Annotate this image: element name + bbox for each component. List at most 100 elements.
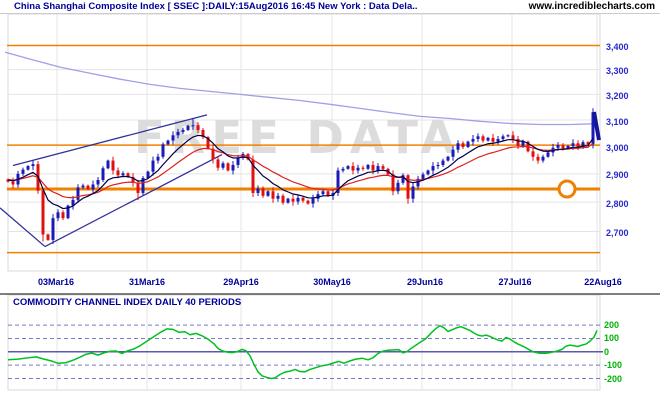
price-axis-label: 3,100 — [606, 116, 629, 127]
candle-body — [491, 137, 495, 142]
price-axis-label: 2,900 — [606, 170, 629, 181]
candle-body — [186, 125, 190, 130]
candle-body — [381, 166, 385, 169]
candle-body — [481, 136, 485, 141]
candle-body — [371, 164, 375, 171]
cci-axis-label: -100 — [604, 360, 623, 371]
candle-body — [571, 143, 575, 146]
candle-body — [291, 198, 295, 202]
candle-body — [26, 166, 30, 170]
candle-body — [346, 166, 350, 169]
candle-body — [196, 125, 200, 130]
free-data-watermark: FREE DATA — [134, 111, 461, 164]
candle-body — [511, 135, 515, 139]
candle-body — [121, 173, 125, 176]
candle-body — [161, 144, 165, 157]
candle-body — [311, 198, 315, 204]
price-axis-label: 3,200 — [606, 90, 629, 101]
price-axis-label: 3,300 — [606, 66, 629, 77]
candle-body — [46, 234, 50, 240]
candle-body — [561, 145, 565, 149]
candle-body — [361, 167, 365, 169]
candle-body — [91, 184, 95, 190]
candle-body — [521, 141, 525, 146]
candle-body — [111, 160, 115, 171]
candle-body — [286, 198, 290, 203]
candle-body — [426, 170, 430, 175]
candle-body — [356, 167, 360, 171]
candle-body — [556, 145, 560, 148]
candle-body — [156, 156, 160, 161]
candle-body — [496, 138, 500, 142]
candle-body — [116, 170, 120, 176]
candle-body — [221, 163, 225, 168]
candle-body — [166, 140, 170, 145]
stock-chart-screenshot: China Shanghai Composite Index [ SSEC ]:… — [0, 0, 660, 400]
candle-body — [86, 185, 90, 190]
candle-body — [341, 168, 345, 171]
candle-body — [486, 137, 490, 141]
candle-body — [41, 190, 45, 235]
candle-body — [11, 181, 15, 185]
candle-body — [256, 188, 260, 193]
level-circle-marker — [557, 179, 577, 199]
candle-body — [171, 135, 175, 141]
cci-axis-label: 0 — [604, 346, 610, 357]
candle-body — [136, 182, 140, 193]
latest-bar-mark — [592, 111, 601, 141]
candle-body — [176, 131, 180, 136]
candle-body — [546, 152, 550, 157]
candle-body — [366, 164, 370, 169]
cci-panel-border — [7, 294, 601, 391]
candle-body — [501, 136, 505, 139]
price-and-cci-chart: FREE DATA — [0, 13, 660, 391]
date-axis-label: 31Mar16 — [128, 277, 166, 287]
cci-panel-title: COMMODITY CHANNEL INDEX DAILY 40 PERIODS — [13, 297, 242, 308]
date-axis-label: 22Aug16 — [584, 277, 622, 287]
candle-body — [21, 169, 25, 174]
price-axis-label: 3,000 — [606, 142, 629, 153]
trendline — [0, 207, 46, 248]
candle-body — [441, 160, 445, 165]
candle-body — [296, 197, 300, 202]
candle-body — [151, 160, 155, 172]
candle-body — [101, 168, 105, 180]
candle-body — [106, 160, 110, 169]
candle-body — [531, 151, 535, 157]
candle-body — [541, 156, 545, 161]
candle-body — [321, 191, 325, 195]
candle-body — [61, 212, 65, 219]
candle-body — [81, 185, 85, 188]
price-axis-label: 2,700 — [606, 227, 629, 238]
candle-body — [31, 164, 35, 167]
price-axis-label: 2,800 — [606, 198, 629, 209]
date-axis-label: 29Apr16 — [223, 277, 259, 287]
candle-body — [281, 195, 285, 203]
candle-body — [271, 191, 275, 199]
candle-body — [266, 191, 270, 196]
cci-axis-label: 200 — [604, 320, 620, 331]
candle-body — [226, 163, 230, 171]
candle-body — [261, 188, 265, 196]
candle-body — [276, 195, 280, 199]
candle-body — [231, 164, 235, 171]
date-axis-label: 29Jun16 — [406, 277, 444, 287]
candle-body — [76, 187, 80, 200]
candle-body — [461, 143, 465, 148]
candle-body — [471, 138, 475, 142]
cci-axis-label: -200 — [604, 373, 623, 384]
candle-body — [396, 182, 400, 192]
cci-axis-label: 100 — [604, 333, 620, 344]
candle-body — [306, 200, 310, 204]
candle-body — [236, 157, 240, 165]
candle-body — [351, 166, 355, 171]
candle-body — [96, 179, 100, 185]
candle-body — [301, 197, 305, 201]
price-axis-label: 3,400 — [606, 42, 629, 52]
candle-body — [451, 149, 455, 157]
candle-body — [56, 212, 60, 219]
candle-body — [456, 143, 460, 150]
candle-body — [421, 174, 425, 179]
date-axis-label: 03Mar16 — [37, 277, 75, 287]
candle-body — [506, 135, 510, 137]
